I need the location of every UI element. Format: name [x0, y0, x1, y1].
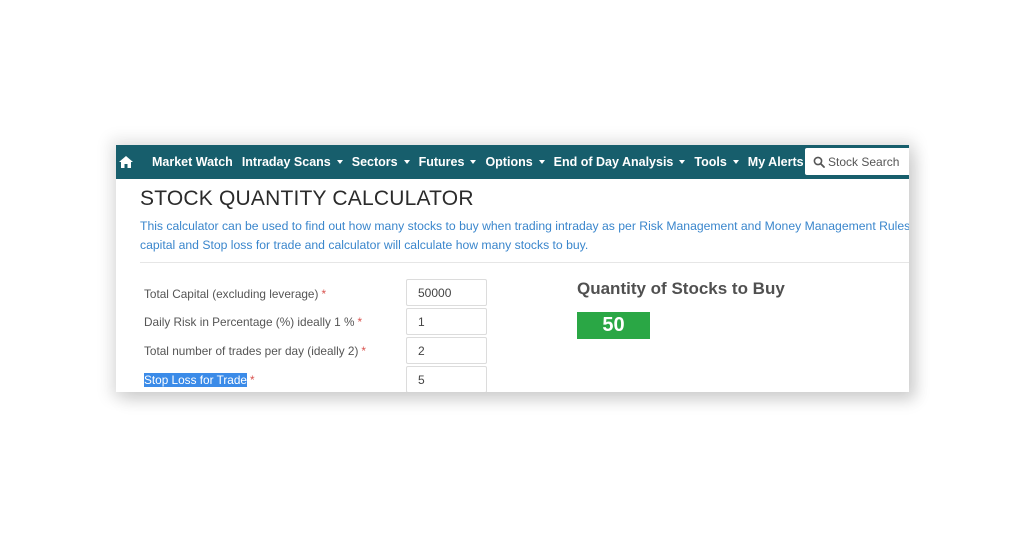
- nav-my-alerts[interactable]: My Alerts: [748, 155, 804, 169]
- stock-search-input[interactable]: Stock Search: [805, 148, 909, 175]
- result-title: Quantity of Stocks to Buy: [577, 279, 785, 298]
- divider: [140, 262, 909, 263]
- nav-label: Intraday Scans: [241, 155, 331, 169]
- label-text: Daily Risk in Percentage (%) ideally 1 %: [144, 315, 355, 329]
- daily-risk-input[interactable]: [406, 308, 487, 335]
- form-row-daily-risk: Daily Risk in Percentage (%) ideally 1 %…: [144, 309, 362, 335]
- field-label: Total number of trades per day (ideally …: [144, 344, 366, 358]
- caret-down-icon: [403, 160, 410, 164]
- nav-label: Market Watch: [152, 155, 233, 169]
- nav-market-watch[interactable]: Market Watch: [152, 155, 233, 169]
- description-line: capital and Stop loss for trade and calc…: [140, 238, 589, 252]
- nav-label: End of Day Analysis: [553, 155, 674, 169]
- main-navbar: Market Watch Intraday Scans Sectors Futu…: [116, 145, 909, 179]
- nav-futures[interactable]: Futures: [419, 155, 477, 169]
- form-row-total-capital: Total Capital (excluding leverage) *: [144, 281, 326, 307]
- label-text: Total number of trades per day (ideally …: [144, 344, 359, 358]
- total-capital-input[interactable]: [406, 279, 487, 306]
- field-label: Total Capital (excluding leverage) *: [144, 287, 326, 301]
- nav-label: Sectors: [351, 155, 398, 169]
- nav-end-of-day-analysis[interactable]: End of Day Analysis: [554, 155, 686, 169]
- nav-label: My Alerts: [747, 155, 804, 169]
- screenshot-card: Market Watch Intraday Scans Sectors Futu…: [116, 145, 909, 392]
- caret-down-icon: [470, 160, 477, 164]
- search-icon: [813, 156, 825, 168]
- required-mark: *: [361, 344, 367, 358]
- nav-sectors[interactable]: Sectors: [352, 155, 410, 169]
- caret-down-icon: [336, 160, 343, 164]
- result-quantity-badge: 50: [577, 312, 650, 339]
- field-label: Daily Risk in Percentage (%) ideally 1 %…: [144, 315, 362, 329]
- nav-label: Options: [485, 155, 533, 169]
- trades-per-day-input[interactable]: [406, 337, 487, 364]
- nav-label: Tools: [694, 155, 727, 169]
- caret-down-icon: [679, 160, 686, 164]
- nav-tools[interactable]: Tools: [694, 155, 739, 169]
- form-row-trades-per-day: Total number of trades per day (ideally …: [144, 338, 366, 364]
- required-mark: *: [249, 373, 255, 387]
- form-row-stop-loss: Stop Loss for Trade *: [144, 367, 255, 392]
- caret-down-icon: [732, 160, 739, 164]
- nav-options[interactable]: Options: [485, 155, 545, 169]
- search-placeholder: Stock Search: [828, 154, 900, 169]
- required-mark: *: [321, 287, 327, 301]
- field-label: Stop Loss for Trade *: [144, 373, 255, 387]
- required-mark: *: [357, 315, 363, 329]
- page-description: This calculator can be used to find out …: [140, 217, 909, 255]
- home-icon[interactable]: [119, 155, 135, 169]
- page-title: STOCK QUANTITY CALCULATOR: [140, 187, 474, 210]
- nav-label: Futures: [418, 155, 465, 169]
- label-text: Total Capital (excluding leverage): [144, 287, 319, 301]
- label-text-selected: Stop Loss for Trade: [144, 373, 247, 387]
- stop-loss-input[interactable]: [406, 366, 487, 392]
- description-line: This calculator can be used to find out …: [140, 219, 909, 233]
- nav-intraday-scans[interactable]: Intraday Scans: [242, 155, 343, 169]
- caret-down-icon: [538, 160, 545, 164]
